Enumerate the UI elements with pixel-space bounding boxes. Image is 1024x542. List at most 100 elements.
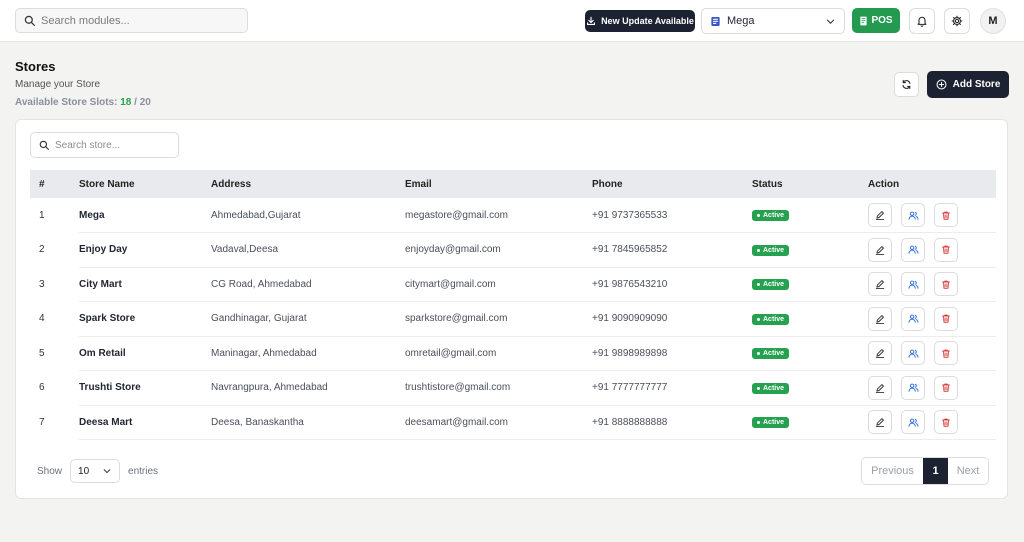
action-cell [868,370,996,406]
delete-button[interactable] [934,410,958,435]
column-header-address: Address [211,178,252,190]
row-number: 2 [39,244,45,256]
store-phone: +91 8888888888 [592,405,752,440]
table-row: 3 City Mart CG Road, Ahmedabad citymart@gma… [30,267,996,302]
action-cell [868,301,996,337]
pos-button[interactable]: POS [852,8,900,33]
users-icon [908,244,919,255]
edit-icon [875,417,885,428]
status-badge: Active [752,244,790,256]
status-cell: Active [752,405,868,440]
status-cell: Active [752,198,868,233]
show-label: Show [37,465,63,477]
column-header-number: # [39,178,45,190]
manage-users-button[interactable] [901,203,925,227]
store-selector[interactable]: Mega [701,8,845,34]
action-cell [868,336,996,371]
store-search[interactable] [30,132,179,158]
users-icon [908,382,919,393]
settings-button[interactable] [944,8,970,34]
status-label: Active [763,315,785,323]
edit-button[interactable] [868,410,892,435]
new-update-button[interactable]: New Update Available [585,10,695,32]
row-number: 7 [39,416,45,428]
store-name: Om Retail [79,336,211,371]
edit-button[interactable] [868,375,892,400]
manage-users-button[interactable] [901,306,925,331]
download-icon [586,16,596,26]
pos-icon [859,16,868,26]
table-header-row: # Store Name Address Email Phone Status … [30,170,996,198]
manage-users-button[interactable] [901,341,925,366]
search-icon [39,140,49,150]
module-search-input[interactable] [41,14,231,27]
store-slots: Available Store Slots: 18 / 20 [15,97,151,108]
page-size-select[interactable]: 10 [70,459,121,483]
next-page-button[interactable]: Next [948,458,988,484]
edit-button[interactable] [868,203,892,227]
status-dot-icon [757,352,760,356]
users-icon [908,348,919,359]
chevron-down-icon [825,16,836,27]
users-icon [908,313,919,324]
delete-button[interactable] [934,272,958,297]
edit-icon [875,245,885,255]
top-bar: New Update Available Mega POS M [0,0,1024,42]
edit-icon [875,279,885,290]
delete-button[interactable] [934,203,958,227]
edit-icon [875,314,885,324]
page-size-value: 10 [78,465,90,477]
edit-button[interactable] [868,306,892,331]
previous-page-button[interactable]: Previous [862,458,923,484]
add-store-button[interactable]: Add Store [927,71,1009,98]
search-icon [24,15,35,26]
column-header-phone: Phone [592,178,623,190]
store-phone: +91 9876543210 [592,267,752,302]
avatar-initial: M [988,15,998,27]
store-name: Deesa Mart [79,405,211,440]
stores-card: # Store Name Address Email Phone Status … [15,119,1008,499]
module-search[interactable] [15,8,248,33]
page-button-current[interactable]: 1 [923,458,948,484]
table-row: 5 Om Retail Maninagar, Ahmedabad omretail@g… [30,336,996,371]
row-number: 5 [39,347,45,359]
manage-users-button[interactable] [901,410,925,435]
slots-total: 20 [139,97,151,108]
refresh-button[interactable] [894,72,919,97]
store-phone: +91 9898989898 [592,336,752,371]
store-name: Trushti Store [79,370,211,406]
status-label: Active [763,350,785,358]
delete-button[interactable] [934,237,958,262]
status-cell: Active [752,336,868,371]
column-header-email: Email [405,178,432,190]
store-search-input[interactable] [55,139,165,151]
store-address: Gandhinagar, Gujarat [211,301,405,337]
avatar[interactable]: M [980,8,1006,34]
status-badge: Active [752,210,790,221]
pos-label: POS [871,15,893,26]
delete-button[interactable] [934,341,958,366]
store-selector-value: Mega [727,15,755,27]
store-address: Deesa, Banaskantha [211,405,405,440]
delete-button[interactable] [934,306,958,331]
status-cell: Active [752,301,868,337]
status-label: Active [763,281,785,289]
trash-icon [941,279,951,290]
manage-users-button[interactable] [901,237,925,262]
table-row: 2 Enjoy Day Vadaval,Deesa enjoyday@gmail.co… [30,232,996,268]
edit-button[interactable] [868,341,892,366]
trash-icon [941,417,951,428]
slots-used: 18 [120,97,132,108]
store-email: deesamart@gmail.com [405,405,592,440]
manage-users-button[interactable] [901,272,925,297]
store-address: Maninagar, Ahmedabad [211,336,405,371]
edit-button[interactable] [868,237,892,262]
status-badge: Active [752,313,790,325]
edit-button[interactable] [868,272,892,297]
manage-users-button[interactable] [901,375,925,400]
notifications-button[interactable] [909,8,935,34]
delete-button[interactable] [934,375,958,400]
refresh-icon [901,79,912,90]
store-email: trushtistore@gmail.com [405,370,592,406]
status-cell: Active [752,370,868,406]
